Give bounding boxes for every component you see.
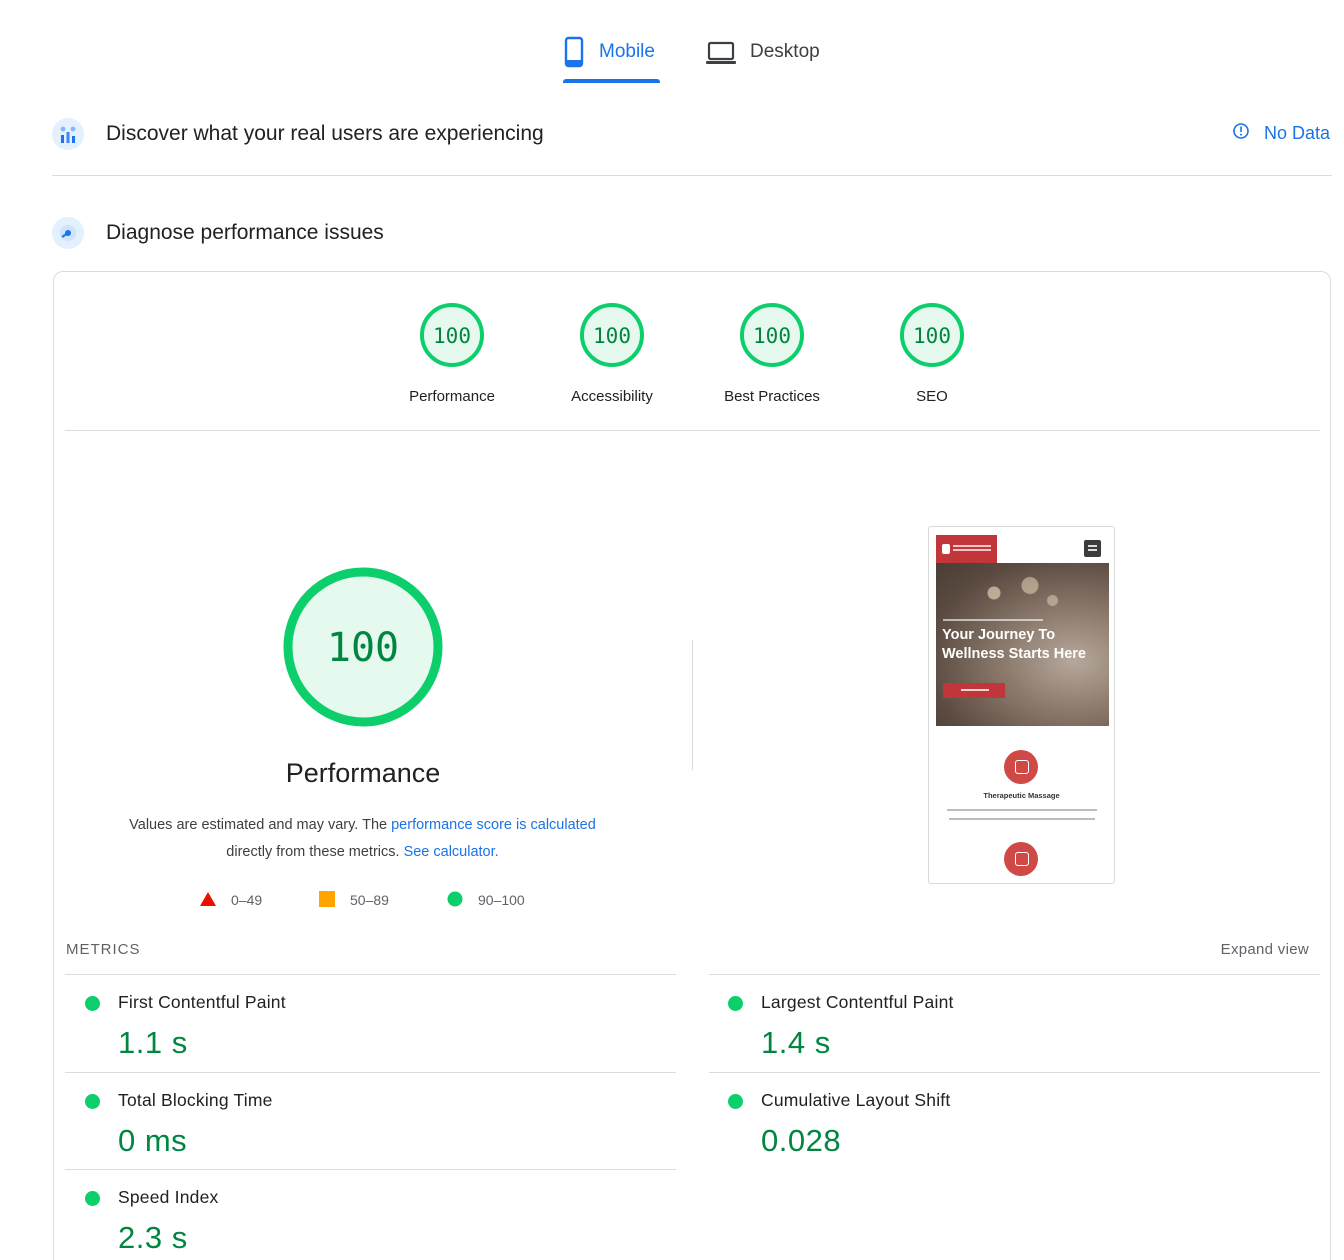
metrics-heading: METRICS bbox=[66, 941, 141, 958]
performance-title: Performance bbox=[285, 758, 441, 788]
category-gauges: 100 Performance 100 Accessibility 100 Be… bbox=[372, 302, 1012, 412]
hero-cta-button bbox=[943, 683, 1005, 698]
pass-dot-icon bbox=[85, 1094, 100, 1109]
pass-dot-icon bbox=[728, 1094, 743, 1109]
gauge-score: 100 bbox=[753, 324, 791, 348]
legend-fail-range: 0–49 bbox=[231, 892, 263, 908]
active-tab-indicator bbox=[563, 79, 660, 83]
gauge-label: Accessibility bbox=[571, 388, 653, 405]
gauge-score: 100 bbox=[593, 324, 631, 348]
metric-si: Speed Index 2.3 s bbox=[65, 1170, 625, 1260]
see-calculator-link[interactable]: See calculator. bbox=[404, 844, 499, 860]
no-data-link[interactable]: No Data bbox=[1232, 122, 1330, 145]
gauge-score: 100 bbox=[433, 324, 471, 348]
users-chart-icon bbox=[52, 118, 84, 150]
score-calculated-link[interactable]: performance score is calculated bbox=[391, 817, 596, 833]
circle-icon bbox=[446, 891, 464, 910]
metric-value: 2.3 s bbox=[118, 1220, 188, 1255]
metric-fcp: First Contentful Paint 1.1 s bbox=[65, 975, 625, 1065]
tab-mobile-label: Mobile bbox=[599, 41, 655, 62]
phone-icon bbox=[563, 36, 585, 73]
gauge-performance[interactable]: 100 Performance bbox=[372, 302, 532, 405]
site-logo bbox=[936, 535, 997, 563]
desc-text-middle: directly from these metrics. bbox=[226, 844, 404, 860]
metric-value: 0.028 bbox=[761, 1123, 842, 1158]
metric-tbt: Total Blocking Time 0 ms bbox=[65, 1073, 625, 1163]
expand-view-toggle[interactable]: Expand view bbox=[1221, 941, 1309, 958]
desc-text: Values are estimated and may vary. The bbox=[129, 817, 392, 833]
gauge-label: SEO bbox=[916, 388, 948, 405]
metric-name: Largest Contentful Paint bbox=[761, 992, 954, 1012]
metric-cls: Cumulative Layout Shift 0.028 bbox=[708, 1073, 1268, 1163]
crux-section-header: Discover what your real users are experi… bbox=[52, 118, 544, 150]
menu-icon bbox=[1084, 540, 1101, 557]
service-icon-2 bbox=[1004, 842, 1038, 876]
metric-value: 1.1 s bbox=[118, 1025, 188, 1060]
crux-title: Discover what your real users are experi… bbox=[106, 122, 544, 145]
metric-name: Cumulative Layout Shift bbox=[761, 1090, 951, 1110]
section-divider bbox=[52, 175, 1332, 176]
pass-dot-icon bbox=[728, 996, 743, 1011]
metric-name: Speed Index bbox=[118, 1187, 219, 1207]
final-screenshot[interactable]: Your Journey To Wellness Starts Here The… bbox=[928, 526, 1115, 884]
metric-lcp: Largest Contentful Paint 1.4 s bbox=[708, 975, 1268, 1065]
no-data-label: No Data bbox=[1263, 123, 1330, 143]
score-ring: 100 bbox=[740, 303, 804, 367]
score-ring: 100 bbox=[580, 303, 644, 367]
diagnose-title: Diagnose performance issues bbox=[106, 221, 384, 244]
square-icon bbox=[318, 890, 336, 910]
speedometer-icon bbox=[52, 217, 84, 249]
tab-desktop-label: Desktop bbox=[750, 41, 820, 62]
vertical-divider bbox=[692, 640, 693, 770]
legend-fail: 0–49 bbox=[199, 890, 262, 910]
metric-value: 0 ms bbox=[118, 1123, 188, 1158]
diagnose-section-header: Diagnose performance issues bbox=[52, 217, 384, 249]
performance-description: Values are estimated and may vary. The p… bbox=[90, 812, 635, 866]
laptop-icon bbox=[706, 36, 736, 73]
service-title: Therapeutic Massage bbox=[983, 791, 1060, 800]
gauge-accessibility[interactable]: 100 Accessibility bbox=[532, 302, 692, 405]
metric-name: First Contentful Paint bbox=[118, 992, 286, 1012]
gauge-seo[interactable]: 100 SEO bbox=[852, 302, 1012, 405]
triangle-icon bbox=[199, 891, 217, 910]
gauge-label: Best Practices bbox=[724, 388, 820, 405]
service-icon bbox=[1004, 750, 1038, 784]
pass-dot-icon bbox=[85, 1191, 100, 1206]
legend-average-range: 50–89 bbox=[350, 892, 389, 908]
gauge-score: 100 bbox=[913, 324, 951, 348]
gauge-label: Performance bbox=[409, 388, 495, 405]
hero-image: Your Journey To Wellness Starts Here bbox=[936, 563, 1109, 726]
info-icon bbox=[1232, 122, 1250, 145]
score-ring: 100 bbox=[420, 303, 484, 367]
device-tabs: Mobile Desktop bbox=[0, 30, 1344, 84]
performance-score-gauge: 100 bbox=[283, 567, 443, 727]
performance-score-value: 100 bbox=[327, 625, 399, 671]
tab-desktop[interactable]: Desktop bbox=[706, 36, 836, 84]
gauges-divider bbox=[65, 430, 1320, 431]
gauge-best-practices[interactable]: 100 Best Practices bbox=[692, 302, 852, 405]
legend-pass: 90–100 bbox=[446, 890, 525, 910]
metric-name: Total Blocking Time bbox=[118, 1090, 273, 1110]
legend-pass-range: 90–100 bbox=[478, 892, 525, 908]
pass-dot-icon bbox=[85, 996, 100, 1011]
score-ring: 100 bbox=[900, 303, 964, 367]
tab-mobile[interactable]: Mobile bbox=[563, 36, 663, 84]
metric-value: 1.4 s bbox=[761, 1025, 831, 1060]
hero-headline: Your Journey To Wellness Starts Here bbox=[942, 627, 1086, 662]
legend-average: 50–89 bbox=[318, 890, 389, 910]
